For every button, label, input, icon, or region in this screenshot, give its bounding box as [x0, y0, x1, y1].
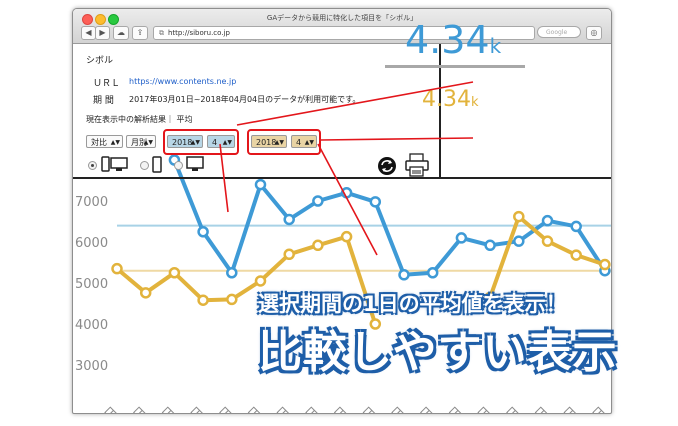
callout-line-period2-chart [317, 143, 378, 256]
overlay-caption: 選択期間の1日の平均値を表示！ [258, 292, 567, 316]
callout-line-period1-chart [219, 143, 229, 213]
overlay-headline: 比較しやすい表示 [258, 327, 618, 378]
callout-line-period1-value [236, 81, 474, 126]
callout-line-period2-value [320, 137, 474, 141]
